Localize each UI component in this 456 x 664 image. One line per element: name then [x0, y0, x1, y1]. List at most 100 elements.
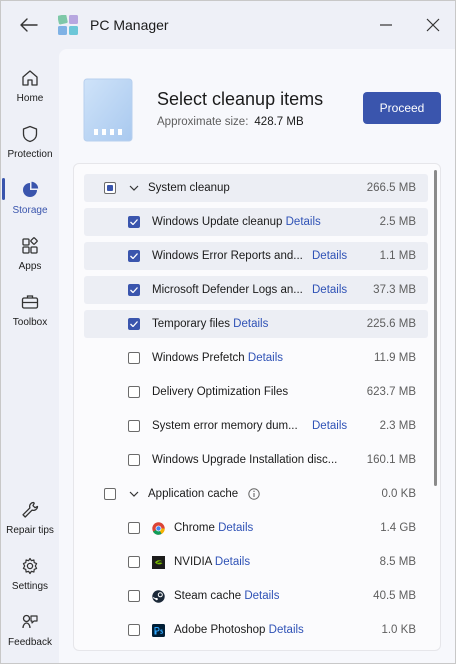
item-checkbox[interactable]: [128, 590, 140, 602]
details-link[interactable]: Details: [286, 216, 321, 228]
nav-repair-tips[interactable]: Repair tips: [1, 493, 59, 545]
group-size: 0.0 KB: [381, 488, 416, 500]
item-size: 40.5 MB: [373, 590, 416, 602]
nav-feedback[interactable]: Feedback: [1, 605, 59, 657]
group-checkbox[interactable]: [104, 488, 116, 500]
group-row-system-cleanup[interactable]: System cleanup 266.5 MB: [84, 174, 428, 202]
proceed-button[interactable]: Proceed: [363, 92, 441, 124]
item-name: Windows Error Reports and...: [152, 250, 303, 262]
item-label: Windows Update cleanup Details: [152, 216, 321, 228]
item-size: 225.6 MB: [366, 318, 416, 330]
list-item[interactable]: Windows Update cleanup Details 2.5 MB: [84, 208, 428, 236]
item-checkbox[interactable]: [128, 284, 140, 296]
group-label: System cleanup: [148, 182, 230, 194]
item-name: Steam cache: [174, 590, 242, 602]
list-item[interactable]: Temporary files Details 225.6 MB: [84, 310, 428, 338]
back-button[interactable]: [15, 13, 43, 37]
nav-home[interactable]: Home: [1, 61, 59, 113]
details-link[interactable]: Details: [244, 590, 279, 602]
details-link[interactable]: Details: [218, 522, 253, 534]
group-label: Application cache: [148, 488, 239, 500]
details-link[interactable]: Details: [215, 556, 250, 568]
item-label: Windows Prefetch Details: [152, 352, 283, 364]
list-item[interactable]: NVIDIA Details 8.5 MB: [84, 548, 428, 576]
nav-toolbox-label: Toolbox: [12, 317, 48, 328]
drive-icon: [83, 78, 133, 142]
nav-protection-label: Protection: [7, 149, 53, 160]
item-checkbox[interactable]: [128, 352, 140, 364]
chevron-down-icon[interactable]: [128, 488, 140, 500]
item-checkbox[interactable]: [128, 250, 140, 262]
details-link[interactable]: Details: [312, 420, 347, 432]
gear-icon: [19, 555, 41, 577]
pc-manager-logo: [58, 15, 78, 35]
item-size: 1.1 MB: [379, 250, 416, 262]
item-checkbox[interactable]: [128, 386, 140, 398]
list-item[interactable]: Adobe Photoshop Details 1.0 KB: [84, 616, 428, 644]
chrome-icon: [152, 521, 165, 535]
nav-repair-tips-label: Repair tips: [6, 525, 54, 536]
toolbox-icon: [19, 291, 41, 313]
details-link[interactable]: Details: [269, 624, 304, 636]
group-checkbox[interactable]: [104, 182, 116, 194]
group-row-application-cache[interactable]: Application cache 0.0 KB: [84, 480, 428, 508]
scrollbar[interactable]: [434, 170, 437, 486]
list-item[interactable]: Steam cache Details 40.5 MB: [84, 582, 428, 610]
item-label: Adobe Photoshop Details: [174, 624, 304, 636]
item-checkbox[interactable]: [128, 420, 140, 432]
details-link[interactable]: Details: [233, 318, 268, 330]
minimize-button[interactable]: [372, 13, 400, 37]
item-name: Windows Update cleanup: [152, 216, 283, 228]
details-link[interactable]: Details: [312, 250, 347, 262]
item-checkbox[interactable]: [128, 556, 140, 568]
item-checkbox[interactable]: [128, 624, 140, 636]
list-item[interactable]: Chrome Details 1.4 GB: [84, 514, 428, 542]
chevron-down-icon[interactable]: [128, 182, 140, 194]
nav-apps[interactable]: Apps: [1, 229, 59, 281]
group-size: 266.5 MB: [366, 182, 416, 194]
details-link[interactable]: Details: [248, 352, 283, 364]
close-button[interactable]: [419, 13, 447, 37]
item-size: 2.5 MB: [379, 216, 416, 228]
list-item[interactable]: Windows Error Reports and... Details 1.1…: [84, 242, 428, 270]
nav-settings[interactable]: Settings: [1, 549, 59, 601]
wrench-icon: [19, 499, 41, 521]
nav-feedback-label: Feedback: [8, 637, 52, 648]
nav-storage[interactable]: Storage: [1, 173, 59, 225]
side-navigation: Home Protection Storage Apps Toolbox Rep…: [1, 49, 59, 663]
item-size: 1.4 GB: [380, 522, 416, 534]
item-checkbox[interactable]: [128, 454, 140, 466]
item-checkbox[interactable]: [128, 216, 140, 228]
nav-toolbox[interactable]: Toolbox: [1, 285, 59, 337]
list-item[interactable]: Windows Prefetch Details 11.9 MB: [84, 344, 428, 372]
cleanup-list: System cleanup 266.5 MB Windows Update c…: [73, 163, 441, 651]
list-item[interactable]: Windows Upgrade Installation disc... 160…: [84, 446, 428, 474]
approximate-size-value: 428.7 MB: [254, 116, 304, 128]
item-label: Temporary files Details: [152, 318, 268, 330]
pc-manager-window: PC Manager Home Protection Storage Apps …: [0, 0, 456, 664]
approximate-size-label: Approximate size:: [157, 116, 249, 128]
arrow-left-icon: [20, 18, 38, 32]
item-label: Steam cache Details: [174, 590, 279, 602]
nav-protection[interactable]: Protection: [1, 117, 59, 169]
item-checkbox[interactable]: [128, 318, 140, 330]
item-checkbox[interactable]: [128, 522, 140, 534]
info-icon[interactable]: [248, 488, 260, 500]
item-name: Windows Prefetch: [152, 352, 245, 364]
photoshop-icon: [152, 623, 165, 637]
nvidia-icon: [152, 555, 165, 569]
item-name: Temporary files: [152, 318, 230, 330]
details-link[interactable]: Details: [312, 284, 347, 296]
list-item[interactable]: System error memory dum... Details 2.3 M…: [84, 412, 428, 440]
steam-icon: [152, 589, 165, 603]
item-size: 160.1 MB: [366, 454, 416, 466]
list-item[interactable]: Microsoft Defender Logs an... Details 37…: [84, 276, 428, 304]
list-item[interactable]: Delivery Optimization Files 623.7 MB: [84, 378, 428, 406]
item-size: 1.0 KB: [381, 624, 416, 636]
page-title: Select cleanup items: [157, 89, 324, 109]
title-bar: PC Manager: [1, 1, 455, 49]
feedback-icon: [19, 611, 41, 633]
pie-chart-icon: [19, 179, 41, 201]
item-size: 37.3 MB: [373, 284, 416, 296]
nav-home-label: Home: [16, 93, 44, 104]
